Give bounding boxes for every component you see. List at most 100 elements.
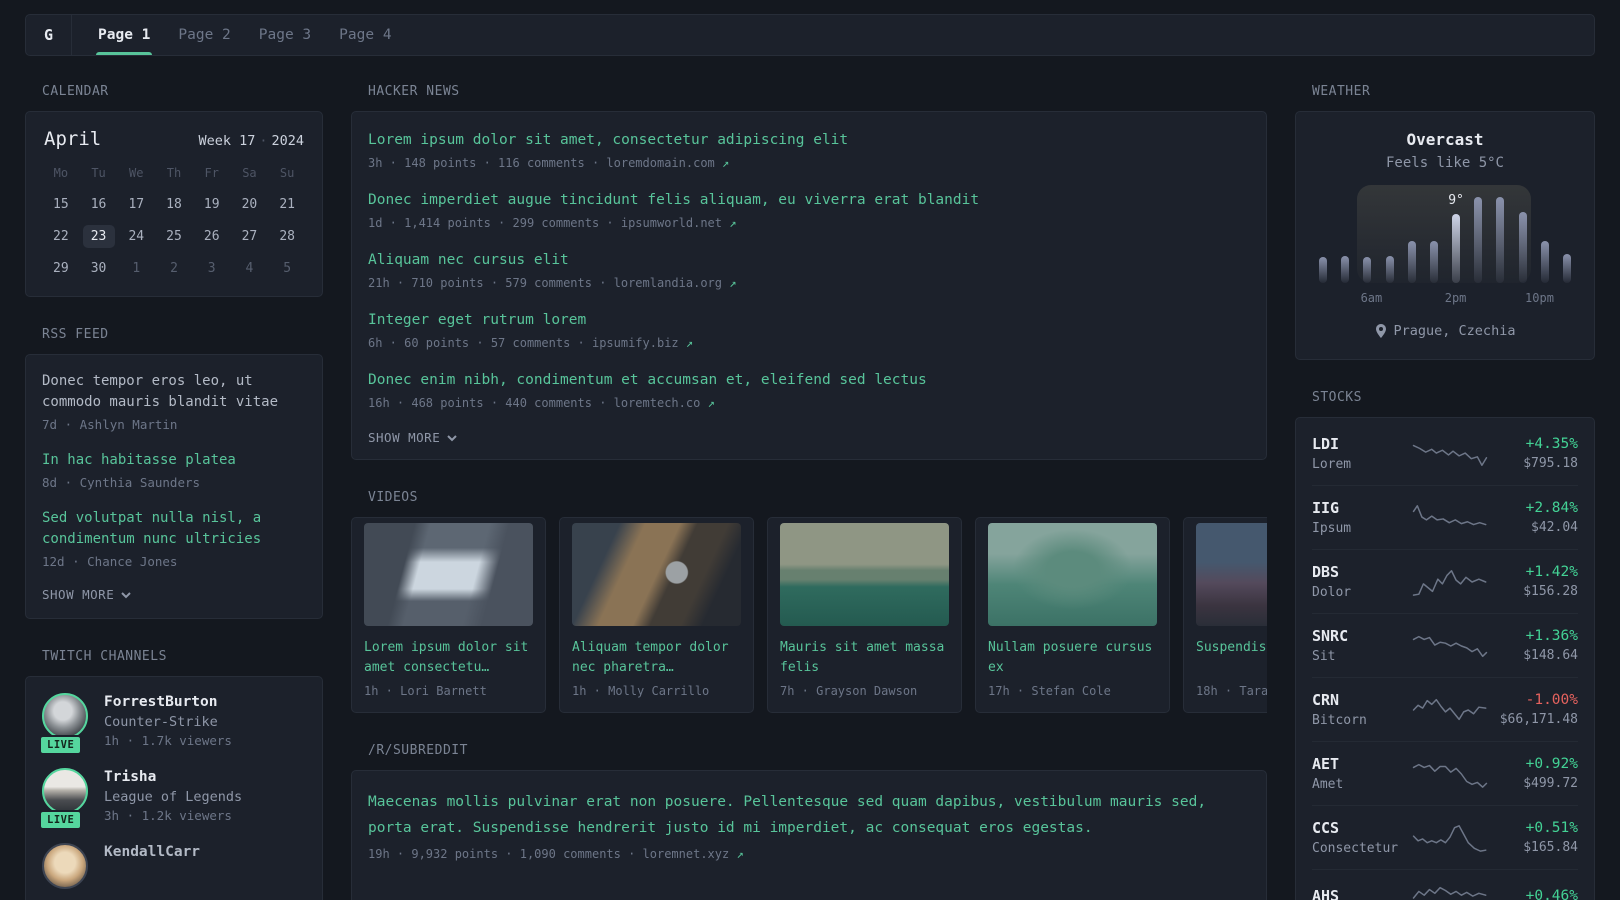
stock-change: +0.46% xyxy=(1525,888,1578,900)
hackernews-item-title[interactable]: Integer eget rutrum lorem xyxy=(368,310,1250,330)
video-title[interactable]: Mauris sit amet massa felis xyxy=(780,638,949,678)
subreddit-widget-label: /R/SUBREDDIT xyxy=(368,743,468,758)
weather-location[interactable]: Prague, Czechia xyxy=(1316,323,1574,339)
app-logo[interactable]: G xyxy=(26,15,72,55)
video-title[interactable]: Lorem ipsum dolor sit amet consectetu… xyxy=(364,638,533,678)
weather-bar xyxy=(1540,191,1549,283)
hackernews-item-title[interactable]: Donec imperdiet augue tincidunt felis al… xyxy=(368,190,1250,210)
twitch-widget: LIVE ForrestBurton Counter-Strike 1h · 1… xyxy=(25,676,323,900)
calendar-day: 3 xyxy=(207,261,216,276)
calendar-day: 1 xyxy=(132,261,141,276)
stock-row[interactable]: LDI Lorem +4.35% $795.18 xyxy=(1312,422,1578,485)
video-card[interactable]: Aliquam tempor dolor nec pharetra… 1h · … xyxy=(559,517,754,713)
weather-bar-current: 9° xyxy=(1448,191,1464,283)
calendar-day: 17 xyxy=(128,197,145,212)
twitch-channel-game: Counter-Strike xyxy=(104,714,218,730)
stock-name: Ipsum xyxy=(1312,521,1352,536)
videos-carousel[interactable]: Lorem ipsum dolor sit amet consectetu… 1… xyxy=(351,517,1267,713)
weather-feels-like: Feels like 5°C xyxy=(1385,155,1504,171)
time-label: 2pm xyxy=(1444,291,1467,305)
calendar-dow: Sa xyxy=(242,166,257,180)
video-card[interactable]: Suspendisse diam 18h · Tara xyxy=(1183,517,1267,713)
tab-page-3[interactable]: Page 3 xyxy=(245,15,325,55)
stock-row[interactable]: IIG Ipsum +2.84% $42.04 xyxy=(1312,485,1578,549)
rss-item-title[interactable]: Donec tempor eros leo, ut commodo mauris… xyxy=(42,371,306,413)
calendar-day: 19 xyxy=(203,197,220,212)
external-link-icon: ↗ xyxy=(729,216,737,230)
twitch-channel-row[interactable]: LIVE ForrestBurton Counter-Strike 1h · 1… xyxy=(39,693,306,755)
stock-price: $165.84 xyxy=(1523,840,1578,855)
stock-name: Amet xyxy=(1312,777,1344,792)
hackernews-item-meta[interactable]: 21h · 710 points · 579 comments · loreml… xyxy=(368,276,1250,290)
hackernews-item-title[interactable]: Donec enim nibh, condimentum et accumsan… xyxy=(368,370,1250,390)
weather-bar xyxy=(1562,191,1571,283)
stock-change: +0.92% xyxy=(1525,756,1578,772)
weather-widget-label: WEATHER xyxy=(1312,84,1371,99)
calendar-dow: Su xyxy=(279,166,295,180)
stock-price: $499.72 xyxy=(1523,776,1578,791)
subreddit-post-meta[interactable]: 19h · 9,932 points · 1,090 comments · lo… xyxy=(368,847,1250,861)
hackernews-item-meta[interactable]: 1d · 1,414 points · 299 comments · ipsum… xyxy=(368,216,1250,230)
calendar-day: 27 xyxy=(241,229,258,244)
weather-hourly-chart: 9° xyxy=(1319,185,1571,283)
stock-price: $156.28 xyxy=(1523,584,1578,599)
video-card[interactable]: Nullam posuere cursus ex 17h · Stefan Co… xyxy=(975,517,1170,713)
rss-item-meta: 7d · Ashlyn Martin xyxy=(42,417,178,432)
stock-row[interactable]: AET Amet +0.92% $499.72 xyxy=(1312,741,1578,805)
stocks-widget: LDI Lorem +4.35% $795.18 IIG Ipsum +2.84… xyxy=(1295,417,1595,900)
stock-row[interactable]: AHS +0.46% xyxy=(1312,869,1578,900)
external-link-icon: ↗ xyxy=(685,336,694,350)
stock-sparkline xyxy=(1412,883,1488,900)
video-card[interactable]: Mauris sit amet massa felis 7h · Grayson… xyxy=(767,517,962,713)
video-title[interactable]: Aliquam tempor dolor nec pharetra… xyxy=(572,638,741,678)
rss-item-title[interactable]: Sed volutpat nulla nisl, a condimentum n… xyxy=(42,508,306,550)
hackernews-item-title[interactable]: Aliquam nec cursus elit xyxy=(368,250,1250,270)
hackernews-widget-label: HACKER NEWS xyxy=(368,84,460,99)
live-badge: LIVE xyxy=(39,735,83,755)
rss-item: Sed volutpat nulla nisl, a condimentum n… xyxy=(42,508,306,569)
hackernews-show-more-button[interactable]: SHOW MORE xyxy=(368,430,1250,445)
hackernews-item: Lorem ipsum dolor sit amet, consectetur … xyxy=(368,130,1250,170)
weather-bar xyxy=(1341,191,1350,283)
video-title[interactable]: Nullam posuere cursus ex xyxy=(988,638,1157,678)
tab-page-1[interactable]: Page 1 xyxy=(84,15,164,55)
hackernews-item-title[interactable]: Lorem ipsum dolor sit amet, consectetur … xyxy=(368,130,1250,150)
rss-show-more-button[interactable]: SHOW MORE xyxy=(42,587,306,602)
hackernews-item-meta[interactable]: 16h · 468 points · 440 comments · loremt… xyxy=(368,396,1250,410)
stock-price: $148.64 xyxy=(1523,648,1578,663)
calendar-week: Week 17 xyxy=(198,133,256,149)
tab-page-2[interactable]: Page 2 xyxy=(164,15,244,55)
hackernews-item-meta[interactable]: 6h · 60 points · 57 comments · ipsumify.… xyxy=(368,336,1250,350)
calendar-day: 24 xyxy=(128,229,145,244)
stock-row[interactable]: SNRC Sit +1.36% $148.64 xyxy=(1312,613,1578,677)
twitch-channel-row[interactable]: LIVE Trisha League of Legends 3h · 1.2k … xyxy=(39,768,306,830)
stock-row[interactable]: CCS Consectetur +0.51% $165.84 xyxy=(1312,805,1578,869)
left-column: CALENDAR April Week 17 · 2024 Mo Tu We Th … xyxy=(25,56,323,900)
video-card[interactable]: Lorem ipsum dolor sit amet consectetu… 1… xyxy=(351,517,546,713)
twitch-channel-name[interactable]: Trisha xyxy=(104,768,242,785)
stock-name: Consectetur xyxy=(1312,841,1399,856)
stock-sparkline xyxy=(1412,439,1488,469)
stock-name: Bitcorn xyxy=(1312,713,1367,728)
twitch-channel-row[interactable]: KendallCarr xyxy=(42,843,306,889)
subreddit-post-title[interactable]: Maecenas mollis pulvinar erat non posuer… xyxy=(368,789,1250,841)
video-title[interactable]: Suspendisse diam xyxy=(1196,638,1267,678)
rss-item-title[interactable]: In hac habitasse platea xyxy=(42,450,306,471)
stock-name: Lorem xyxy=(1312,457,1352,472)
middle-column: HACKER NEWS Lorem ipsum dolor sit amet, … xyxy=(351,56,1267,900)
hackernews-item-meta[interactable]: 3h · 148 points · 116 comments · loremdo… xyxy=(368,156,1250,170)
stock-row[interactable]: DBS Dolor +1.42% $156.28 xyxy=(1312,549,1578,613)
calendar-dow: Mo xyxy=(53,166,69,180)
twitch-channel-name[interactable]: ForrestBurton xyxy=(104,693,232,710)
videos-widget-label: VIDEOS xyxy=(368,490,418,505)
stock-symbol: DBS xyxy=(1312,563,1340,581)
stock-price: $42.04 xyxy=(1531,520,1578,535)
rss-item-meta: 8d · Cynthia Saunders xyxy=(42,475,201,490)
tab-page-4[interactable]: Page 4 xyxy=(325,15,405,55)
weather-widget: Overcast Feels like 5°C 9° 6am 2pm 10pm … xyxy=(1295,111,1595,360)
calendar-day: 21 xyxy=(279,197,295,212)
twitch-channel-name[interactable]: KendallCarr xyxy=(104,843,200,860)
calendar-widget: April Week 17 · 2024 Mo Tu We Th Fr Sa Su … xyxy=(25,111,323,297)
stock-row[interactable]: CRN Bitcorn -1.00% $66,171.48 xyxy=(1312,677,1578,741)
stock-sparkline xyxy=(1412,823,1488,853)
